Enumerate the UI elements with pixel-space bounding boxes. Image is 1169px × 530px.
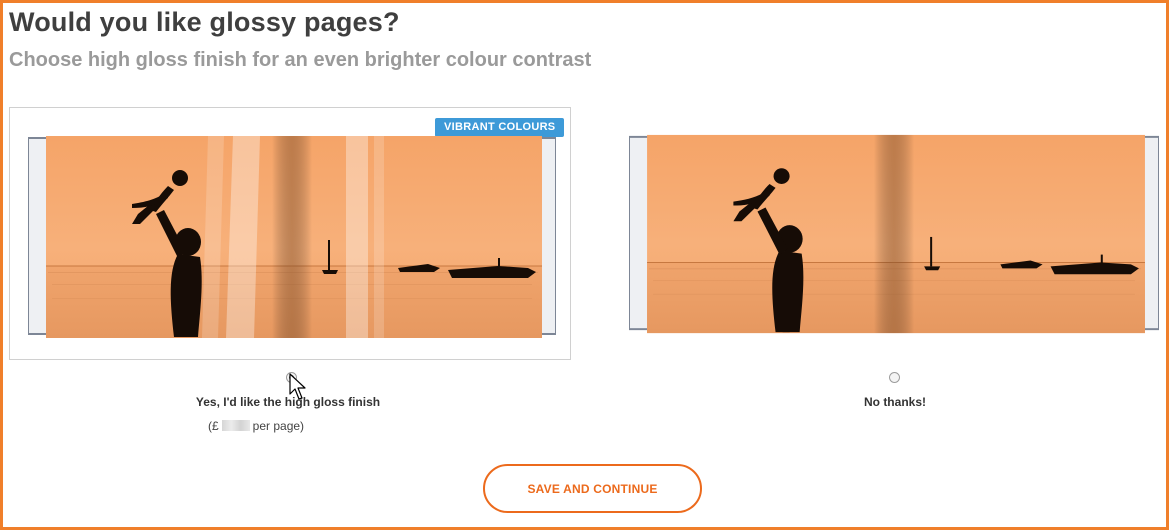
price-suffix: per page) [252,419,305,433]
page-frame: Would you like glossy pages? Choose high… [0,0,1169,530]
page-subtitle: Choose high gloss finish for an even bri… [9,49,592,71]
glossy-book-image[interactable] [28,132,556,342]
gloss-option-card[interactable]: VIBRANT COLOURS [9,107,571,360]
gloss-yes-label[interactable]: Yes, I'd like the high gloss finish [143,395,433,409]
save-and-continue-button[interactable]: SAVE AND CONTINUE [483,464,702,513]
price-prefix: (£ [208,419,219,433]
gloss-no-label[interactable]: No thanks! [795,395,995,409]
matte-book-image[interactable] [629,131,1159,337]
gloss-price: (£ per page) [208,419,304,433]
page-title: Would you like glossy pages? [9,7,400,37]
gloss-no-radio[interactable] [889,372,900,383]
price-redacted [221,420,250,431]
